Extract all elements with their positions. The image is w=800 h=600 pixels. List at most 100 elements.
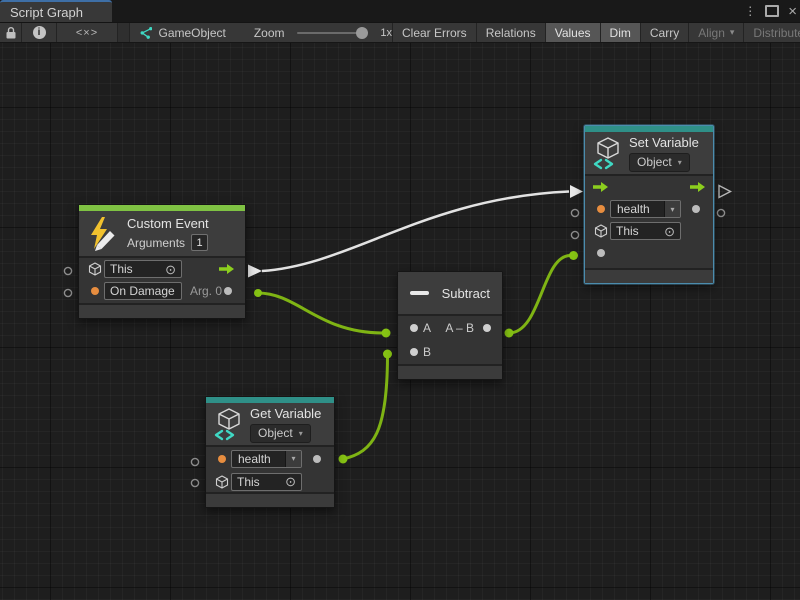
- scope-value: Object: [637, 155, 672, 169]
- zoom-slider[interactable]: [297, 27, 367, 39]
- subtract-row-a: A A – B: [398, 316, 502, 340]
- get-variable-target-row: This ⊙: [206, 470, 334, 493]
- title-bar: Script Graph ⋮ ×: [0, 0, 800, 22]
- graph-context-section: GameObject Zoom 1x: [130, 23, 393, 42]
- output-port[interactable]: [483, 324, 491, 332]
- gameobject-graph-icon: [138, 25, 152, 40]
- values-label: Values: [555, 26, 591, 40]
- node-title: Set Variable: [629, 135, 699, 150]
- zoom-value: 1x: [380, 27, 392, 39]
- node-get-variable[interactable]: Get Variable Object ▾ health ▾: [205, 396, 335, 508]
- value-port-orange[interactable]: [91, 287, 99, 295]
- node-custom-event[interactable]: Custom Event Arguments 1 This ⊙: [78, 204, 246, 319]
- scope-dropdown[interactable]: Object ▾: [629, 153, 690, 172]
- dropdown-arrow-icon[interactable]: ▾: [664, 201, 680, 217]
- toolbar-separator: [118, 23, 130, 42]
- custom-event-name-row: On Damage Arg. 0: [79, 280, 245, 302]
- lock-icon: [5, 26, 17, 40]
- object-picker-icon[interactable]: ⊙: [281, 475, 296, 488]
- node-footer: [398, 364, 502, 379]
- event-name-field[interactable]: On Damage: [104, 282, 182, 300]
- graph-toolbar: i <×> GameObject Zoom 1x Clear Errors Re…: [0, 22, 800, 42]
- code-view-button[interactable]: <×>: [57, 23, 118, 42]
- scope-dropdown[interactable]: Object ▾: [250, 424, 311, 443]
- align-button[interactable]: Align ▾: [689, 23, 744, 42]
- values-button[interactable]: Values: [546, 23, 601, 42]
- distribute-label: Distribute: [753, 26, 800, 40]
- value-port-orange[interactable]: [597, 205, 605, 213]
- flow-out-arrow-icon[interactable]: [689, 181, 706, 193]
- value-output-port[interactable]: [692, 205, 700, 213]
- value-output-port[interactable]: [313, 455, 321, 463]
- custom-event-header[interactable]: Custom Event Arguments 1: [79, 211, 245, 258]
- maximize-icon[interactable]: [765, 5, 779, 17]
- align-dropdown-icon: ▾: [730, 27, 735, 38]
- variable-name-value: health: [611, 201, 664, 217]
- get-variable-name-row: health ▾: [206, 447, 334, 470]
- node-set-variable[interactable]: Set Variable Object ▾ health ▾: [584, 125, 714, 284]
- distribute-button[interactable]: Distribute ▾: [744, 23, 800, 42]
- target-field[interactable]: This ⊙: [231, 473, 302, 491]
- node-title: Subtract: [442, 286, 490, 301]
- flow-in-arrow-icon[interactable]: [592, 181, 609, 193]
- close-icon[interactable]: ×: [788, 4, 797, 19]
- carry-button[interactable]: Carry: [641, 23, 689, 42]
- input-port-a[interactable]: [410, 324, 418, 332]
- dropdown-arrow-icon: ▾: [678, 158, 682, 167]
- variable-icon: [213, 407, 243, 441]
- set-variable-name-row: health ▾: [585, 198, 713, 220]
- get-variable-header[interactable]: Get Variable Object ▾: [206, 403, 334, 447]
- clear-errors-button[interactable]: Clear Errors: [393, 23, 477, 42]
- object-picker-icon[interactable]: ⊙: [660, 225, 675, 238]
- dropdown-arrow-icon[interactable]: ▾: [285, 451, 301, 467]
- arg0-label: Arg. 0: [190, 284, 222, 298]
- variable-name-dropdown[interactable]: health ▾: [610, 200, 681, 218]
- node-title: Custom Event: [127, 216, 209, 231]
- input-a-label: A: [423, 321, 431, 335]
- node-footer: [79, 303, 245, 318]
- arg0-output-port[interactable]: [224, 287, 232, 295]
- value-input-port[interactable]: [597, 249, 605, 257]
- relations-label: Relations: [486, 26, 536, 40]
- tab-script-graph[interactable]: Script Graph: [0, 0, 112, 22]
- zoom-slider-handle[interactable]: [356, 27, 368, 39]
- cube-icon: [594, 224, 608, 238]
- cube-icon: [215, 475, 229, 489]
- arguments-label: Arguments: [127, 236, 185, 250]
- target-field[interactable]: This ⊙: [104, 260, 182, 278]
- dim-button[interactable]: Dim: [601, 23, 641, 42]
- tab-label: Script Graph: [10, 5, 83, 20]
- flow-out-arrow-icon[interactable]: [218, 263, 235, 275]
- node-title: Get Variable: [250, 406, 321, 421]
- lock-button[interactable]: [0, 23, 22, 42]
- scope-value: Object: [258, 426, 293, 440]
- arguments-count-field[interactable]: 1: [191, 234, 208, 251]
- node-subtract[interactable]: Subtract A A – B B: [397, 271, 503, 380]
- subtract-row-b: B: [398, 340, 502, 364]
- target-field[interactable]: This ⊙: [610, 222, 681, 240]
- subtract-header[interactable]: Subtract: [398, 272, 502, 316]
- script-graph-window: Script Graph ⋮ × i <×> GameObject: [0, 0, 800, 600]
- object-picker-icon[interactable]: ⊙: [161, 263, 176, 276]
- node-footer: [206, 492, 334, 507]
- clear-errors-label: Clear Errors: [402, 26, 467, 40]
- variable-icon: [592, 136, 622, 170]
- set-variable-header[interactable]: Set Variable Object ▾: [585, 132, 713, 176]
- align-label: Align: [698, 26, 725, 40]
- gameobject-label: GameObject: [158, 26, 225, 40]
- relations-button[interactable]: Relations: [477, 23, 546, 42]
- event-name-value: On Damage: [110, 284, 175, 298]
- set-variable-flow-row: [585, 176, 713, 198]
- output-label: A – B: [445, 321, 474, 335]
- value-port-orange[interactable]: [218, 455, 226, 463]
- window-menu-icon[interactable]: ⋮: [744, 5, 756, 17]
- input-port-b[interactable]: [410, 348, 418, 356]
- info-button[interactable]: i: [22, 23, 57, 42]
- custom-event-target-row: This ⊙: [79, 258, 245, 280]
- cube-icon: [88, 262, 102, 276]
- zoom-label: Zoom: [254, 26, 285, 40]
- window-controls: ⋮ ×: [744, 0, 797, 22]
- variable-name-dropdown[interactable]: health ▾: [231, 450, 302, 468]
- variable-name-value: health: [232, 451, 285, 467]
- target-value: This: [110, 262, 133, 276]
